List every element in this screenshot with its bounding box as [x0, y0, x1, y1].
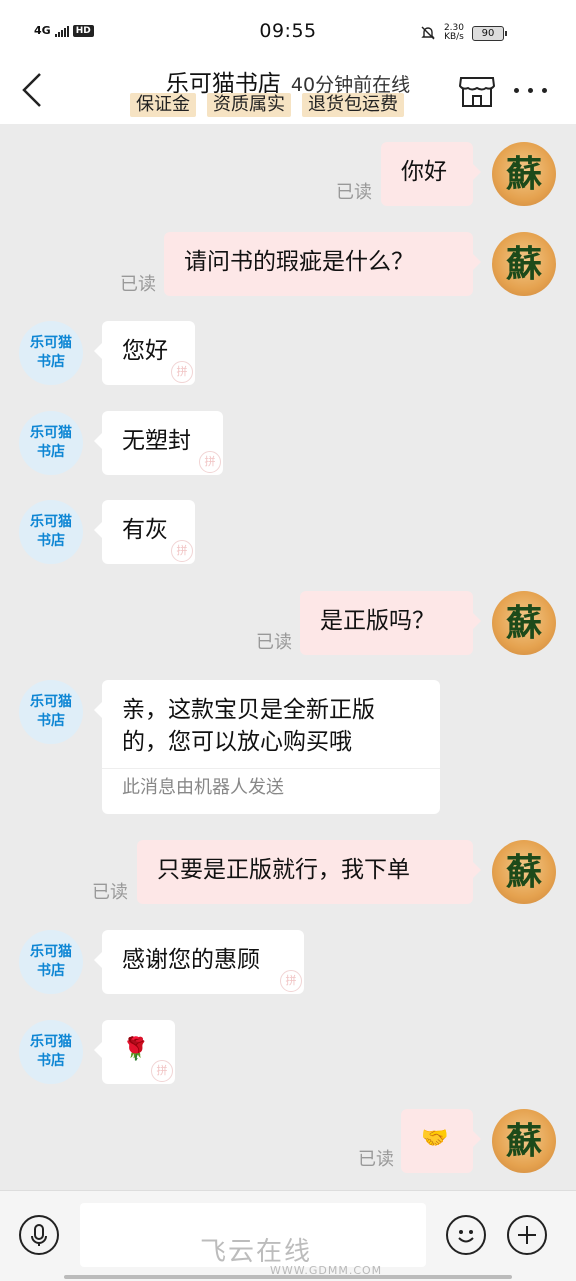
shop-avatar-line2: 书店: [37, 963, 65, 979]
message-row: 已读 是正版吗？ 蘇: [0, 591, 576, 657]
message-bubble[interactable]: 无塑封拼: [94, 411, 223, 475]
my-avatar-glyph: 蘇: [505, 851, 542, 893]
read-status: 已读: [120, 274, 156, 295]
stamp-icon: 拼: [171, 540, 193, 562]
message-text: 您好: [122, 338, 168, 364]
watermark-text: 飞云在线: [200, 1237, 313, 1267]
message-bubble[interactable]: 您好拼: [94, 321, 195, 385]
message-bubble[interactable]: 🌹 拼: [94, 1020, 175, 1084]
shop-avatar-line2: 书店: [37, 354, 65, 370]
tag-deposit: 保证金: [130, 93, 196, 117]
shop-avatar-line1: 乐可猫: [30, 335, 72, 351]
message-bubble[interactable]: 有灰拼: [94, 500, 195, 564]
shop-avatar-line2: 书店: [37, 444, 65, 460]
shop-avatar[interactable]: 乐可猫 书店: [19, 930, 83, 994]
smiley-icon: [458, 1230, 474, 1243]
shop-avatar[interactable]: 乐可猫 书店: [19, 680, 83, 744]
shop-icon[interactable]: [458, 70, 496, 110]
read-status: 已读: [256, 632, 292, 653]
stamp-icon: 拼: [171, 361, 193, 383]
read-status: 已读: [336, 182, 372, 203]
input-bar: 飞云在线 WWW.GDMM.COM: [0, 1190, 576, 1281]
net-speed-unit: KB/s: [444, 32, 464, 42]
my-avatar-glyph: 蘇: [505, 602, 542, 644]
my-avatar-glyph: 蘇: [505, 243, 542, 285]
handshake-emoji: 🤝: [421, 1126, 449, 1151]
tag-return-shipping: 退货包运费: [302, 93, 404, 117]
more-options-icon[interactable]: [514, 88, 547, 93]
message-row: 乐可猫书店 感谢您的惠顾拼: [0, 930, 576, 996]
microphone-icon: [31, 1224, 47, 1246]
stamp-icon: 拼: [151, 1060, 173, 1082]
shop-avatar-line2: 书店: [37, 533, 65, 549]
shop-tags: 保证金 资质属实 退货包运费: [130, 93, 404, 117]
plus-icon: [518, 1226, 536, 1244]
stamp-icon: 拼: [199, 451, 221, 473]
my-avatar[interactable]: 蘇: [492, 1109, 556, 1173]
message-row: 乐可猫书店 🌹 拼: [0, 1020, 576, 1086]
voice-button[interactable]: [19, 1215, 59, 1255]
message-row: 已读 🤝 蘇: [0, 1109, 576, 1175]
message-row: 已读 请问书的瑕疵是什么？ 蘇: [0, 232, 576, 298]
shop-avatar[interactable]: 乐可猫 书店: [19, 1020, 83, 1084]
message-bubble[interactable]: 亲，这款宝贝是全新正版 的，您可以放心购买哦 此消息由机器人发送: [94, 680, 440, 814]
message-bubble[interactable]: 🤝: [401, 1109, 481, 1173]
shop-avatar-line1: 乐可猫: [30, 1034, 72, 1050]
stamp-icon: 拼: [280, 970, 302, 992]
add-button[interactable]: [507, 1215, 547, 1255]
my-avatar-glyph: 蘇: [505, 1120, 542, 1162]
shop-avatar-line1: 乐可猫: [30, 425, 72, 441]
message-row: 乐可猫书店 亲，这款宝贝是全新正版 的，您可以放心购买哦 此消息由机器人发送: [0, 680, 576, 816]
message-bubble[interactable]: 感谢您的惠顾拼: [94, 930, 304, 994]
message-bubble[interactable]: 你好: [381, 142, 481, 206]
status-right: 2.30 KB/s 90: [420, 24, 507, 42]
shop-avatar-line2: 书店: [37, 713, 65, 729]
site-watermark: 飞云在线 WWW.GDMM.COM: [200, 1231, 382, 1277]
status-bar: 4G HD 09:55 2.30 KB/s 90: [0, 0, 576, 62]
message-bubble[interactable]: 请问书的瑕疵是什么？: [164, 232, 481, 296]
shop-avatar[interactable]: 乐可猫 书店: [19, 411, 83, 475]
my-avatar[interactable]: 蘇: [492, 232, 556, 296]
read-status: 已读: [92, 882, 128, 903]
shop-avatar-line1: 乐可猫: [30, 944, 72, 960]
chat-header: 乐可猫书店 40分钟前在线 保证金 资质属实 退货包运费: [0, 62, 576, 124]
emoji-button[interactable]: [446, 1215, 486, 1255]
tag-verified: 资质属实: [207, 93, 291, 117]
shop-avatar-line1: 乐可猫: [30, 694, 72, 710]
message-row: 乐可猫书店 有灰拼: [0, 500, 576, 566]
message-row: 乐可猫书店 您好拼: [0, 321, 576, 387]
rose-emoji: 🌹: [122, 1037, 150, 1062]
shop-avatar[interactable]: 乐可猫 书店: [19, 500, 83, 564]
my-avatar-glyph: 蘇: [505, 153, 542, 195]
mute-bell-icon: [421, 26, 435, 40]
message-row: 乐可猫书店 无塑封拼: [0, 411, 576, 477]
message-bubble[interactable]: 只要是正版就行，我下单: [137, 840, 481, 904]
my-avatar[interactable]: 蘇: [492, 142, 556, 206]
home-indicator[interactable]: [64, 1275, 512, 1279]
message-text: 有灰: [122, 517, 168, 543]
robot-note: 此消息由机器人发送: [102, 768, 440, 809]
message-row: 已读 只要是正版就行，我下单 蘇: [0, 840, 576, 906]
message-text-line1: 亲，这款宝贝是全新正版: [122, 697, 375, 723]
battery-icon: 90: [472, 25, 507, 41]
shop-avatar[interactable]: 乐可猫 书店: [19, 321, 83, 385]
shop-avatar-line2: 书店: [37, 1053, 65, 1069]
chat-area[interactable]: 已读 你好 蘇 已读 请问书的瑕疵是什么？ 蘇 乐可猫 书店 您好拼 乐可猫 书店 …: [0, 124, 576, 1190]
message-text-line2: 的，您可以放心购买哦: [122, 729, 352, 755]
read-status: 已读: [358, 1149, 394, 1170]
my-avatar[interactable]: 蘇: [492, 840, 556, 904]
message-text: 无塑封: [122, 428, 191, 454]
message-text: 感谢您的惠顾: [122, 947, 260, 973]
net-speed: 2.30 KB/s: [444, 24, 464, 42]
shop-avatar-line1: 乐可猫: [30, 514, 72, 530]
message-bubble[interactable]: 是正版吗？: [300, 591, 481, 655]
message-row: 已读 你好 蘇: [0, 142, 576, 208]
my-avatar[interactable]: 蘇: [492, 591, 556, 655]
